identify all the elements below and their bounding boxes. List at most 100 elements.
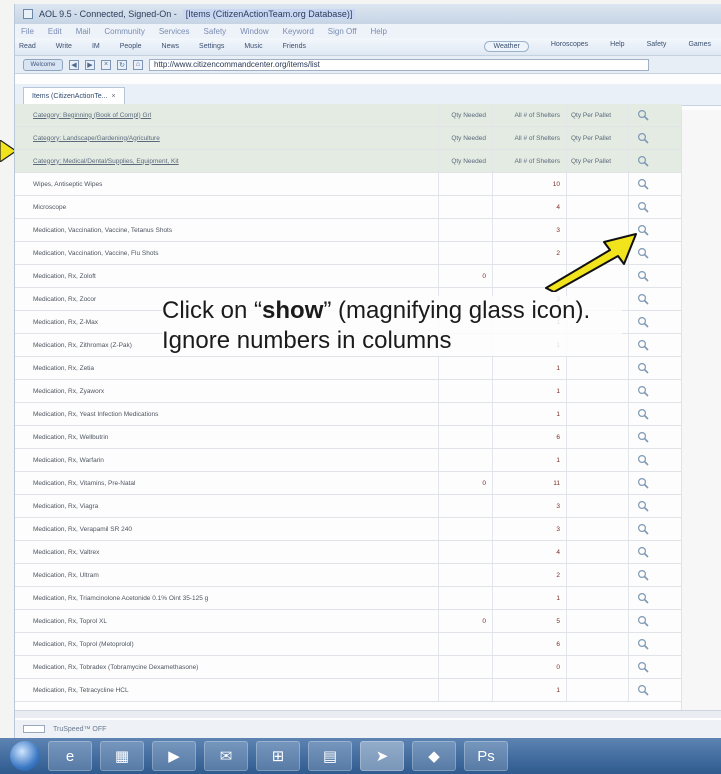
show-magnifying-glass-icon[interactable] xyxy=(629,311,657,333)
show-magnifying-glass-icon[interactable] xyxy=(629,472,657,494)
category-link[interactable]: Category: Beginning (Book of Compl) Grl xyxy=(15,104,439,126)
show-magnifying-glass-icon[interactable] xyxy=(629,426,657,448)
tab-label: Items (CitizenActionTe... xyxy=(32,93,108,100)
show-magnifying-glass-icon[interactable] xyxy=(629,564,657,586)
qty-needed-cell xyxy=(439,518,493,540)
show-magnifying-glass-icon[interactable] xyxy=(629,610,657,632)
toolbar-im-button[interactable]: IM xyxy=(92,43,100,50)
tab-close-icon[interactable]: × xyxy=(111,93,115,100)
menu-item-sign-off[interactable]: Sign Off xyxy=(328,27,357,36)
qty-per-pallet-cell xyxy=(567,610,629,632)
taskbar-doc-icon[interactable]: ▤ xyxy=(308,741,352,771)
menu-item-keyword[interactable]: Keyword xyxy=(283,27,314,36)
show-magnifying-glass-icon[interactable] xyxy=(629,127,657,149)
show-magnifying-glass-icon[interactable] xyxy=(629,173,657,195)
stop-icon[interactable]: × xyxy=(101,59,111,70)
show-magnifying-glass-icon[interactable] xyxy=(629,587,657,609)
toolbar-write-button[interactable]: Write xyxy=(56,43,72,50)
taskbar-ie-icon[interactable]: e xyxy=(48,741,92,771)
menu-item-services[interactable]: Services xyxy=(159,27,190,36)
taskbar-explorer-icon[interactable]: ▦ xyxy=(100,741,144,771)
show-magnifying-glass-icon[interactable] xyxy=(629,104,657,126)
taskbar-app-icon[interactable]: ◆ xyxy=(412,741,456,771)
toolbar-news-button[interactable]: News xyxy=(162,43,180,50)
show-magnifying-glass-icon[interactable] xyxy=(629,380,657,402)
shelters-cell: 1 xyxy=(493,357,567,379)
show-magnifying-glass-icon[interactable] xyxy=(629,495,657,517)
aol-logo-icon xyxy=(23,9,33,19)
qty-needed-cell xyxy=(439,656,493,678)
window-title-page: [Items (CitizenActionTeam.org Database)] xyxy=(182,9,356,19)
qty-needed-cell: 0 xyxy=(439,472,493,494)
show-magnifying-glass-icon[interactable] xyxy=(629,541,657,563)
show-magnifying-glass-icon[interactable] xyxy=(629,633,657,655)
toolbar-weather-button[interactable]: Weather xyxy=(484,41,529,52)
qty-needed-cell xyxy=(439,633,493,655)
welcome-button[interactable]: Welcome xyxy=(23,58,63,71)
qty-per-pallet-cell xyxy=(567,380,629,402)
qty-needed-cell xyxy=(439,426,493,448)
refresh-icon[interactable]: ↻ xyxy=(117,59,127,70)
taskbar-outlook-icon[interactable]: ✉ xyxy=(204,741,248,771)
item-name: Medication, Rx, Zetia xyxy=(15,357,439,379)
menu-item-edit[interactable]: Edit xyxy=(48,27,62,36)
table-row: Medication, Rx, Verapamil SR 240 3 xyxy=(15,518,682,541)
menu-item-community[interactable]: Community xyxy=(104,27,144,36)
taskbar-aol-icon[interactable]: ➤ xyxy=(360,741,404,771)
menu-item-file[interactable]: File xyxy=(21,27,34,36)
toolbar-help-button[interactable]: Help xyxy=(610,41,624,52)
category-row: Category: Medical/Dental/Supplies, Equip… xyxy=(15,150,682,173)
menu-item-window[interactable]: Window xyxy=(240,27,268,36)
table-row: Medication, Rx, Tobradex (Tobramycine De… xyxy=(15,656,682,679)
category-link[interactable]: Category: Landscape/Gardening/Agricultur… xyxy=(15,127,439,149)
qty-per-pallet-cell xyxy=(567,449,629,471)
qty-needed-cell xyxy=(439,449,493,471)
toolbar-people-button[interactable]: People xyxy=(120,43,142,50)
item-name: Medication, Rx, Yeast Infection Medicati… xyxy=(15,403,439,425)
toolbar-horoscopes-button[interactable]: Horoscopes xyxy=(551,41,588,52)
taskbar-media-icon[interactable]: ▶ xyxy=(152,741,196,771)
menu-item-safety[interactable]: Safety xyxy=(204,27,227,36)
menu-item-help[interactable]: Help xyxy=(371,27,387,36)
taskbar-photoshop-icon[interactable]: Ps xyxy=(464,741,508,771)
qty-per-pallet-cell: Qty Per Pallet xyxy=(567,150,629,172)
show-magnifying-glass-icon[interactable] xyxy=(629,150,657,172)
show-magnifying-glass-icon[interactable] xyxy=(629,449,657,471)
table-row: Medication, Rx, Zyaworx 1 xyxy=(15,380,682,403)
qty-needed-cell xyxy=(439,242,493,264)
qty-per-pallet-cell xyxy=(567,495,629,517)
window-title: AOL 9.5 - Connected, Signed-On - xyxy=(39,9,177,19)
item-name: Medication, Rx, Warfarin xyxy=(15,449,439,471)
taskbar-excel-icon[interactable]: ⊞ xyxy=(256,741,300,771)
qty-needed-cell: 0 xyxy=(439,610,493,632)
start-button[interactable] xyxy=(10,741,40,771)
show-magnifying-glass-icon[interactable] xyxy=(629,403,657,425)
toolbar-settings-button[interactable]: Settings xyxy=(199,43,224,50)
table-row: Medication, Rx, Tetracycline HCL 1 xyxy=(15,679,682,702)
menu-item-mail[interactable]: Mail xyxy=(76,27,91,36)
show-magnifying-glass-icon[interactable] xyxy=(629,656,657,678)
show-magnifying-glass-icon[interactable] xyxy=(629,357,657,379)
qty-per-pallet-cell xyxy=(567,472,629,494)
back-icon[interactable]: ◀ xyxy=(69,59,79,70)
url-input[interactable]: http://www.citizencommandcenter.org/item… xyxy=(149,58,649,71)
toolbar-games-button[interactable]: Games xyxy=(688,41,711,52)
forward-icon[interactable]: ▶ xyxy=(85,59,95,70)
show-magnifying-glass-icon[interactable] xyxy=(629,679,657,701)
table-row: Medication, Rx, Warfarin 1 xyxy=(15,449,682,472)
toolbar-friends-button[interactable]: Friends xyxy=(283,43,306,50)
home-icon[interactable]: ⌂ xyxy=(133,59,143,70)
toolbar-music-button[interactable]: Music xyxy=(244,43,262,50)
show-magnifying-glass-icon[interactable] xyxy=(629,518,657,540)
qty-needed-cell xyxy=(439,403,493,425)
show-magnifying-glass-icon[interactable] xyxy=(629,334,657,356)
show-magnifying-glass-icon[interactable] xyxy=(629,196,657,218)
tab-items[interactable]: Items (CitizenActionTe... × xyxy=(23,87,125,105)
shelters-cell: 1 xyxy=(493,380,567,402)
toolbar-read-button[interactable]: Read xyxy=(19,43,36,50)
category-link[interactable]: Category: Medical/Dental/Supplies, Equip… xyxy=(15,150,439,172)
toolbar-safety-button[interactable]: Safety xyxy=(647,41,667,52)
item-name: Medication, Vaccination, Vaccine, Tetanu… xyxy=(15,219,439,241)
horizontal-scrollbar[interactable] xyxy=(15,710,721,718)
instruction-annotation: Click on “show” (magnifying glass icon).… xyxy=(162,296,622,356)
